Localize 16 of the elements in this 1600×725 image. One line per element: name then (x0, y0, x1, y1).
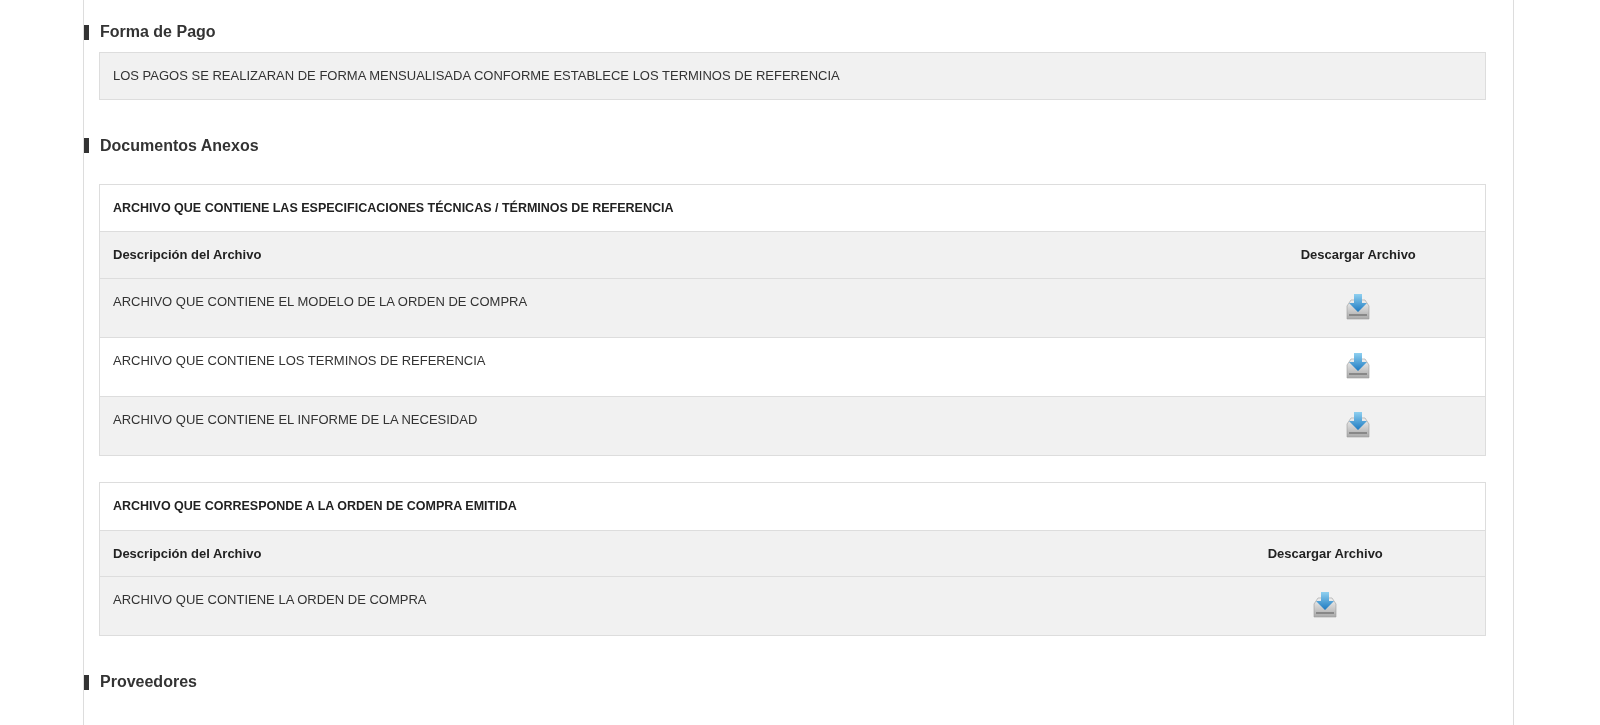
table-caption: ARCHIVO QUE CORRESPONDE A LA ORDEN DE COMPRA EMITIDA (99, 482, 1486, 530)
heading-marker (84, 674, 89, 690)
heading-marker (84, 24, 89, 40)
table-cell: ARCHIVO QUE CONTIENE EL MODELO DE LA ORDEN DE COMPRA (99, 278, 1232, 338)
column-header: Descripción del Archivo (99, 530, 1166, 577)
table-cell: ARCHIVO QUE CONTIENE LA ORDEN DE COMPRA (99, 576, 1166, 636)
heading-marker (84, 138, 89, 153)
payment-terms: LOS PAGOS SE REALIZARAN DE FORMA MENSUALISADA CONFORME ESTABLECE LOS TERMINOS DE REFERENCIA (99, 52, 1486, 100)
section-heading: Proveedores (100, 672, 197, 692)
section-heading: Forma de Pago (100, 22, 216, 42)
column-header: Descargar Archivo (1165, 530, 1486, 577)
section-heading: Documentos Anexos (100, 135, 259, 156)
table-caption: ARCHIVO QUE CONTIENE LAS ESPECIFICACIONES TÉCNICAS / TÉRMINOS DE REFERENCIA (99, 184, 1486, 232)
table-cell: ARCHIVO QUE CONTIENE EL INFORME DE LA NECESIDAD (99, 396, 1232, 456)
column-header: Descargar Archivo (1231, 231, 1486, 279)
column-header: Descripción del Archivo (99, 231, 1232, 279)
